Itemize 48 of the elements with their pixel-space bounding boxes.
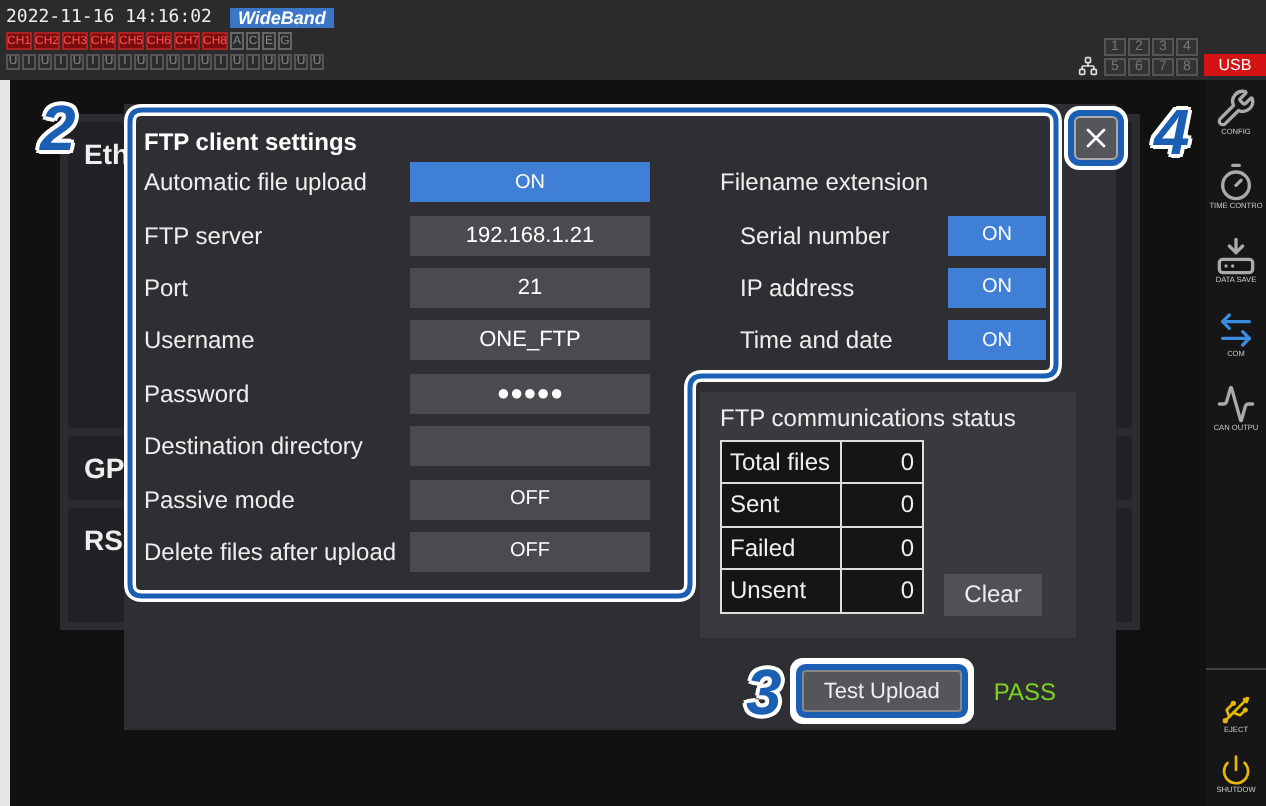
usb-indicator: USB <box>1204 54 1266 76</box>
option-label: Serial number <box>740 221 890 250</box>
table-cell: Failed <box>722 527 840 569</box>
step-number: 2 <box>40 96 76 160</box>
table-cell: Unsent <box>722 570 840 612</box>
filename-extension-label: Filename extension <box>720 168 929 197</box>
value-field[interactable] <box>410 426 650 467</box>
network-icon <box>1078 56 1098 76</box>
setting-label: Passive mode <box>144 485 295 514</box>
table-cell: Total files <box>722 441 840 483</box>
table-cell: 0 <box>842 441 922 483</box>
dialog-title: FTP client settings <box>144 128 359 156</box>
setting-label: Destination directory <box>144 432 363 461</box>
table-cell: Sent <box>722 484 840 526</box>
datetime-text: 2022-11-16 14:16:02 <box>6 8 212 28</box>
result-text: PASS <box>993 677 1056 705</box>
table-cell: 0 <box>842 484 922 526</box>
step-number: 4 <box>1154 100 1190 164</box>
table-cell: 0 <box>842 527 922 569</box>
option-label: Time and date <box>740 326 893 355</box>
config-icon <box>1216 88 1256 128</box>
value-field[interactable]: ONE_FTP <box>410 320 650 361</box>
mode-badge: WideBand <box>229 8 334 28</box>
setting-label: Port <box>144 273 189 302</box>
table-cell: 0 <box>842 570 922 612</box>
power-icon <box>1220 754 1252 786</box>
save-icon <box>1216 236 1256 276</box>
value-field[interactable]: 192.168.1.21 <box>410 215 650 256</box>
toggle-button[interactable]: ON <box>410 162 650 203</box>
timer-icon <box>1216 162 1256 202</box>
setting-label: Username <box>144 326 255 355</box>
option-label: IP address <box>740 273 855 302</box>
step-number: 3 <box>746 660 782 724</box>
section-label: RS <box>84 523 123 556</box>
setting-label: FTP server <box>144 221 263 250</box>
value-field[interactable]: 21 <box>410 267 650 308</box>
setting-label: Automatic file upload <box>144 168 367 197</box>
status-title: FTP communications status <box>720 401 1018 434</box>
toggle-button[interactable]: ON <box>948 215 1046 256</box>
clear-button[interactable]: Clear <box>944 573 1042 616</box>
setting-label: Password <box>144 379 250 408</box>
toggle-button[interactable]: OFF <box>410 531 650 572</box>
toggle-button[interactable]: ON <box>948 320 1046 361</box>
toggle-button[interactable]: OFF <box>410 479 650 520</box>
section-label: GP <box>84 451 125 484</box>
value-field[interactable]: ●●●●● <box>410 373 650 414</box>
toggle-button[interactable]: ON <box>948 267 1046 308</box>
setting-label: Delete files after upload <box>144 537 397 566</box>
